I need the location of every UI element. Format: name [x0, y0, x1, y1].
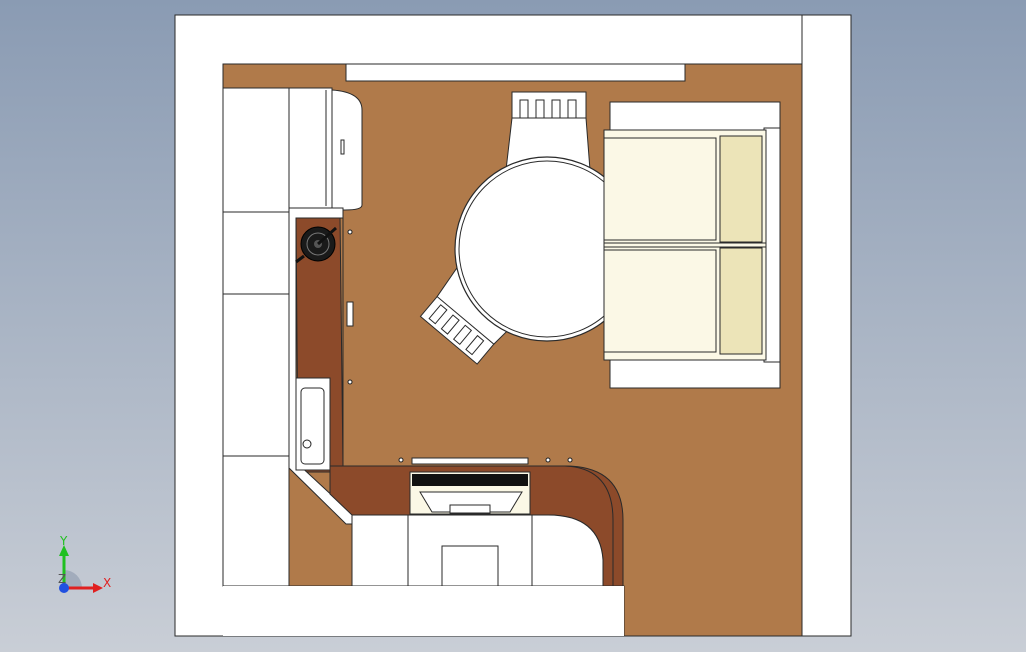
floor-plan-drawing: Y X Z	[0, 0, 1026, 652]
refrigerator-door	[331, 89, 363, 211]
cad-viewport[interactable]: Y X Z	[0, 0, 1026, 652]
sofa	[603, 101, 781, 389]
bottom-wall-step	[223, 586, 624, 636]
knob-1	[347, 229, 353, 235]
window	[345, 63, 686, 82]
axis-x-label: X	[103, 576, 111, 590]
axis-y-label: Y	[59, 534, 68, 548]
knob-3	[398, 457, 404, 463]
axis-z-label: Z	[58, 572, 66, 586]
knob-4	[545, 457, 551, 463]
left-cabinet-block	[222, 87, 290, 587]
oven-door	[441, 545, 499, 587]
knob-5	[567, 457, 573, 463]
refrigerator-handle	[340, 139, 345, 155]
knob-2	[347, 379, 353, 385]
sink	[295, 377, 331, 471]
counter-item-small	[346, 301, 354, 327]
